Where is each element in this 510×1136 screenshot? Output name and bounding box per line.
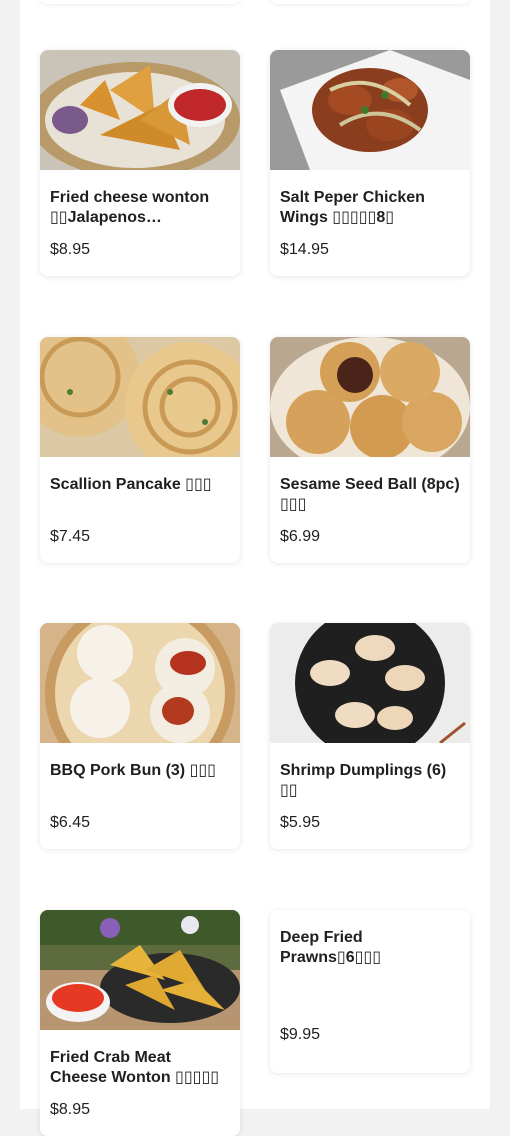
chicken-wings-plate-image: [270, 50, 470, 170]
item-name: Deep Fried Prawns▯6▯▯▯: [280, 929, 382, 966]
item-price: $5.95: [280, 814, 321, 831]
menu-item-card[interactable]: BBQ Pork Bun (3) ▯▯▯ $6.45: [40, 623, 240, 849]
menu-item-card[interactable]: Deep Fried Prawns▯6▯▯▯ $9.95: [270, 910, 470, 1073]
item-name: BBQ Pork Bun (3) ▯▯▯: [50, 762, 216, 779]
previous-card-fragment[interactable]: [270, 0, 470, 4]
item-name: Shrimp Dumplings (6) ▯▯: [280, 762, 447, 799]
crab-wonton-tray-image: [40, 910, 240, 1030]
item-price: $6.45: [50, 814, 91, 831]
item-name: Fried Crab Meat Cheese Wonton ▯▯▯▯▯: [50, 1049, 220, 1086]
item-price: $6.99: [280, 528, 321, 545]
menu-item-card[interactable]: Shrimp Dumplings (6) ▯▯ $5.95: [270, 623, 470, 849]
item-name: Fried cheese wonton ▯▯Jalapenos Artichok…: [50, 189, 210, 226]
menu-item-card[interactable]: Scallion Pancake ▯▯▯ $7.45: [40, 337, 240, 563]
item-name: Salt Peper Chicken Wings ▯▯▯▯▯8▯: [280, 189, 425, 226]
item-name: Sesame Seed Ball (8pc) ▯▯▯: [280, 476, 460, 513]
item-price: $8.95: [50, 1101, 91, 1118]
fried-wonton-basket-image: [40, 50, 240, 170]
menu-page: Fried cheese wonton ▯▯Jalapenos Artichok…: [20, 0, 490, 1136]
menu-item-card[interactable]: Salt Peper Chicken Wings ▯▯▯▯▯8▯ $14.95: [270, 50, 470, 276]
shrimp-dumplings-plate-image: [270, 623, 470, 743]
item-price: $9.95: [280, 1026, 321, 1043]
item-price: $8.95: [50, 241, 91, 258]
pork-bun-steamer-image: [40, 623, 240, 743]
item-price: $7.45: [50, 528, 91, 545]
menu-item-card[interactable]: Sesame Seed Ball (8pc) ▯▯▯ $6.99: [270, 337, 470, 563]
menu-item-card[interactable]: Fried Crab Meat Cheese Wonton ▯▯▯▯▯ $8.9…: [40, 910, 240, 1136]
previous-card-fragment[interactable]: [40, 0, 240, 4]
item-name: Scallion Pancake ▯▯▯: [50, 476, 212, 493]
item-price: $14.95: [280, 241, 329, 258]
menu-item-card[interactable]: Fried cheese wonton ▯▯Jalapenos Artichok…: [40, 50, 240, 276]
sesame-balls-image: [270, 337, 470, 457]
scallion-pancake-image: [40, 337, 240, 457]
